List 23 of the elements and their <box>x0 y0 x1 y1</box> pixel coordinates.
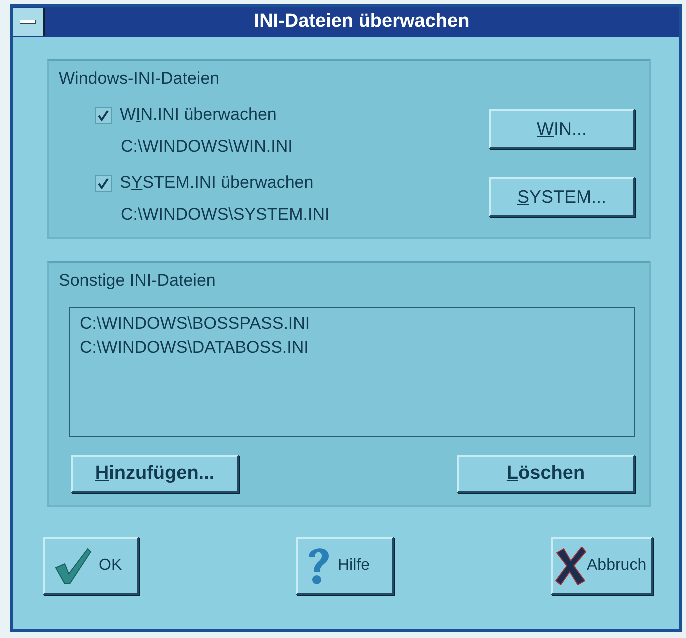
checkbox[interactable] <box>95 174 112 192</box>
file-button[interactable]: SYSTEM... <box>489 177 635 217</box>
delete-button[interactable]: Löschen <box>457 455 635 493</box>
file-path: C:\WINDOWS\SYSTEM.INI <box>121 205 330 225</box>
group-title: Windows-INI-Dateien <box>59 69 220 88</box>
checkbox-label: SYSTEM.INI überwachen <box>120 173 314 193</box>
file-path: C:\WINDOWS\WIN.INI <box>121 137 293 157</box>
checkbox-label: WIN.INI überwachen <box>120 105 277 125</box>
x-icon <box>555 547 587 585</box>
window-title: INI-Dateien überwachen <box>253 11 471 33</box>
help-button[interactable]: Hilfe <box>296 537 394 595</box>
list-item[interactable]: C:\WINDOWS\BOSSPASS.INI <box>80 312 624 336</box>
file-list[interactable]: C:\WINDOWS\BOSSPASS.INI C:\WINDOWS\DATABOSS.INI <box>69 307 635 437</box>
add-button[interactable]: Hinzufügen... <box>71 455 239 493</box>
file-button[interactable]: WIN... <box>489 109 635 149</box>
system-menu-button[interactable] <box>13 8 45 36</box>
checkmark-icon <box>53 546 93 586</box>
ok-button[interactable]: OK <box>43 537 139 595</box>
list-item[interactable]: C:\WINDOWS\DATABOSS.INI <box>80 336 624 360</box>
group-title: Sonstige INI-Dateien <box>59 271 216 290</box>
cancel-button[interactable]: Abbruch <box>551 537 653 595</box>
checkbox[interactable] <box>95 106 112 124</box>
dash-icon <box>20 20 36 24</box>
